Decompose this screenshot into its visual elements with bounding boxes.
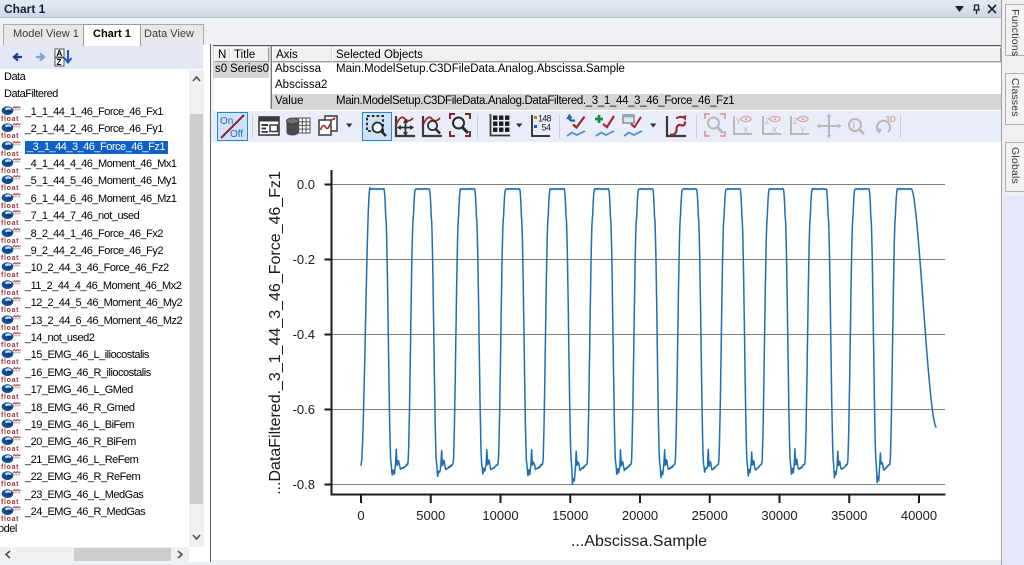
svg-text:X: X <box>772 126 778 135</box>
svg-text:-0.4: -0.4 <box>293 327 315 342</box>
svg-text:float: float <box>1 394 19 400</box>
svg-text:float: float <box>1 185 19 191</box>
svg-text:...Abscissa.Sample: ...Abscissa.Sample <box>571 533 707 550</box>
svg-text:float: float <box>1 203 19 209</box>
svg-text:float: float <box>1 412 19 418</box>
svg-text:X: X <box>743 126 749 135</box>
svg-text:-0.6: -0.6 <box>293 402 315 417</box>
svg-text:float: float <box>1 499 19 505</box>
svg-text:...DataFiltered._3_1_44_3_46_F: ...DataFiltered._3_1_44_3_46_Force_46_Fz… <box>267 171 284 495</box>
svg-text:float: float <box>1 377 19 383</box>
svg-text:float: float <box>1 325 19 331</box>
svg-text:float: float <box>1 220 19 226</box>
svg-text:float: float <box>1 238 19 244</box>
svg-text:float: float <box>1 133 19 139</box>
svg-text:A: A <box>57 49 63 58</box>
svg-text:5000: 5000 <box>416 508 445 523</box>
svg-text:15000: 15000 <box>552 508 588 523</box>
svg-text:Y: Y <box>800 126 806 135</box>
svg-text:3D: 3D <box>885 114 896 124</box>
svg-text:25000: 25000 <box>692 508 728 523</box>
svg-text:10000: 10000 <box>482 508 518 523</box>
svg-text:54: 54 <box>542 123 552 133</box>
svg-text:float: float <box>1 307 19 313</box>
svg-text:On: On <box>220 116 233 127</box>
svg-text:0.0: 0.0 <box>297 177 315 192</box>
svg-text:i: i <box>853 121 856 131</box>
svg-text:float: float <box>1 464 19 470</box>
svg-text:float: float <box>1 116 19 122</box>
svg-text:-0.8: -0.8 <box>293 477 315 492</box>
svg-text:float: float <box>1 446 19 452</box>
svg-text:35000: 35000 <box>831 508 867 523</box>
svg-text:float: float <box>1 255 19 261</box>
svg-text:Z: Z <box>57 58 62 67</box>
svg-text:20000: 20000 <box>622 508 658 523</box>
svg-text:Z: Z <box>765 117 770 126</box>
svg-text:0: 0 <box>357 508 364 523</box>
svg-text:Z: Z <box>793 117 798 126</box>
svg-text:float: float <box>1 290 19 296</box>
svg-text:float: float <box>1 429 19 435</box>
svg-text:float: float <box>1 272 19 278</box>
svg-text:30000: 30000 <box>761 508 797 523</box>
svg-text:float: float <box>1 481 19 487</box>
svg-text:float: float <box>1 516 19 522</box>
svg-text:float: float <box>1 151 19 157</box>
svg-text:Off: Off <box>230 129 243 140</box>
svg-text:float: float <box>1 359 19 365</box>
svg-text:float: float <box>1 342 19 348</box>
svg-text:float: float <box>1 168 19 174</box>
svg-text:40000: 40000 <box>901 508 937 523</box>
svg-text:-0.2: -0.2 <box>293 252 315 267</box>
